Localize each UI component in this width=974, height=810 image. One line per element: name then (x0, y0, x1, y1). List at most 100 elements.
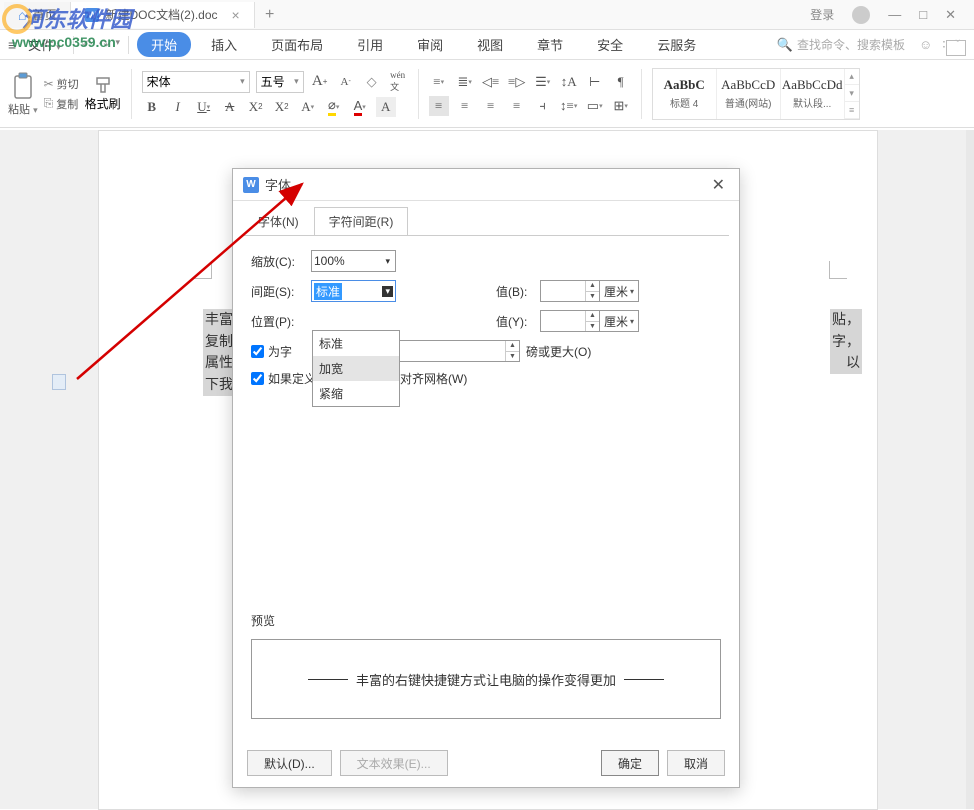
highlight-button[interactable]: ⌀▾ (324, 97, 344, 117)
align-center-icon[interactable]: ≡ (455, 96, 475, 116)
document-tab[interactable]: W 新建DOC文档(2).doc × (71, 2, 254, 28)
tab-char-spacing[interactable]: 字符间距(R) (314, 207, 409, 236)
increase-font-icon[interactable]: A+ (310, 72, 330, 92)
kerning-checkbox[interactable]: 为字 (251, 343, 292, 360)
cut-button[interactable]: ✂剪切 (44, 76, 79, 92)
scale-select[interactable]: 100%▾ (311, 250, 396, 272)
maximize-icon[interactable]: □ (919, 7, 927, 22)
change-case-button[interactable]: A▾ (298, 97, 318, 117)
distribute-icon[interactable]: ⫞ (533, 96, 553, 116)
tab-security[interactable]: 安全 (583, 32, 637, 57)
new-tab-button[interactable]: + (255, 6, 275, 24)
style-normal-web[interactable]: AaBbCcD 普通(网站) (717, 69, 781, 119)
text-effects-button: 文本效果(E)... (340, 750, 448, 776)
unit-y-select[interactable]: 厘米▾ (600, 310, 639, 332)
line-spacing-icon[interactable]: ↕≡▾ (559, 96, 579, 116)
decrease-font-icon[interactable]: A- (336, 72, 356, 92)
font-name-select[interactable]: 宋体▾ (142, 71, 250, 93)
tab-start[interactable]: 开始 (137, 32, 191, 57)
home-tab[interactable]: ⌂ 首页 (4, 2, 71, 28)
tab-insert[interactable]: 插入 (197, 32, 251, 57)
styles-gallery[interactable]: AaBbC 标题 4 AaBbCcD 普通(网站) AaBbCcDd 默认段..… (652, 68, 860, 120)
tab-review[interactable]: 审阅 (403, 32, 457, 57)
paste-button[interactable]: 粘贴 ▾ (8, 71, 38, 117)
spacing-label: 间距(S): (251, 283, 311, 300)
sort-icon[interactable]: ↕A (559, 72, 579, 92)
value-b-label: 值(B): (496, 283, 540, 300)
format-painter-button[interactable]: 格式刷 (85, 75, 121, 112)
font-size-select[interactable]: 五号▾ (256, 71, 304, 93)
spacing-dropdown-list: 标准 加宽 紧缩 (312, 330, 400, 407)
tab-font[interactable]: 字体(N) (243, 207, 314, 236)
phonetic-icon[interactable]: wén文 (388, 72, 408, 92)
dropdown-icon[interactable]: ▾ (116, 37, 121, 53)
titlebar: ⌂ 首页 W 新建DOC文档(2).doc × + 登录 — □ ✕ (0, 0, 974, 30)
tab-layout[interactable]: 页面布局 (257, 32, 337, 57)
preview-label: 预览 (251, 612, 721, 629)
font-color-button[interactable]: A▾ (350, 97, 370, 117)
italic-button[interactable]: I (168, 97, 188, 117)
strikethrough-button[interactable]: A (220, 97, 240, 117)
tab-cloud[interactable]: 云服务 (643, 32, 710, 57)
doc-icon: W (85, 8, 99, 22)
redo-icon[interactable]: ↷ (99, 37, 110, 53)
copy-button[interactable]: ⎘复制 (44, 96, 79, 112)
file-menu[interactable]: 文件▾ (24, 35, 65, 54)
dialog-close-icon[interactable]: ✕ (708, 175, 729, 195)
numbering-icon[interactable]: ≣▾ (455, 72, 475, 92)
scale-label: 缩放(C): (251, 253, 311, 270)
smile-icon[interactable]: ☺ (919, 37, 932, 53)
hamburger-icon[interactable]: ≡ (8, 37, 16, 53)
margin-mark-icon (829, 261, 847, 279)
panel-toggle-icon[interactable] (946, 40, 966, 56)
borders-icon[interactable]: ⊞▾ (611, 96, 631, 116)
subscript-button[interactable]: X2 (272, 97, 292, 117)
decrease-indent-icon[interactable]: ◁≡ (481, 72, 501, 92)
underline-button[interactable]: U▾ (194, 97, 214, 117)
default-button[interactable]: 默认(D)... (247, 750, 332, 776)
spacing-option-standard[interactable]: 标准 (313, 331, 399, 356)
style-default-para[interactable]: AaBbCcDd 默认段... (781, 69, 845, 119)
cancel-button[interactable]: 取消 (667, 750, 725, 776)
bold-button[interactable]: B (142, 97, 162, 117)
show-marks-icon[interactable]: ¶ (611, 72, 631, 92)
align-left-icon[interactable]: ≡ (429, 96, 449, 116)
char-shading-button[interactable]: A (376, 97, 396, 117)
tab-reference[interactable]: 引用 (343, 32, 397, 57)
ribbon-tabs: 开始 插入 页面布局 引用 审阅 视图 章节 安全 云服务 (137, 32, 769, 57)
close-tab-icon[interactable]: × (232, 7, 240, 23)
bullets-icon[interactable]: ≡▾ (429, 72, 449, 92)
value-y-spinner[interactable]: ▲▼ (540, 310, 600, 332)
styles-more-icon[interactable]: ≡ (845, 102, 859, 119)
search-icon: 🔍 (777, 37, 793, 53)
minimize-icon[interactable]: — (888, 7, 901, 22)
tab-view[interactable]: 视图 (463, 32, 517, 57)
styles-down-icon[interactable]: ▾ (845, 85, 859, 102)
text-direction-icon[interactable]: ☰▾ (533, 72, 553, 92)
clear-format-icon[interactable]: ◇ (362, 72, 382, 92)
superscript-button[interactable]: X2 (246, 97, 266, 117)
ok-button[interactable]: 确定 (601, 750, 659, 776)
search-box[interactable]: 🔍 查找命令、搜索模板 (777, 36, 905, 53)
styles-up-icon[interactable]: ▴ (845, 69, 859, 86)
unit-b-select[interactable]: 厘米▾ (600, 280, 639, 302)
kerning-unit-label: 磅或更大(O) (526, 343, 591, 360)
align-right-icon[interactable]: ≡ (481, 96, 501, 116)
preview-text: 丰富的右键快捷键方式让电脑的操作变得更加 (356, 670, 616, 689)
login-button[interactable]: 登录 (810, 6, 834, 23)
page-nav-icon[interactable] (52, 374, 66, 390)
spacing-select[interactable]: 标准▾ (311, 280, 396, 302)
style-heading4[interactable]: AaBbC 标题 4 (653, 69, 717, 119)
avatar-icon[interactable] (852, 6, 870, 24)
spacing-option-condensed[interactable]: 紧缩 (313, 381, 399, 406)
close-window-icon[interactable]: ✕ (945, 7, 956, 23)
tab-symbol-icon[interactable]: ⊢ (585, 72, 605, 92)
spacing-option-expanded[interactable]: 加宽 (313, 356, 399, 381)
value-b-spinner[interactable]: ▲▼ (540, 280, 600, 302)
scrollbar[interactable] (966, 130, 974, 809)
shading-icon[interactable]: ▭▾ (585, 96, 605, 116)
align-justify-icon[interactable]: ≡ (507, 96, 527, 116)
increase-indent-icon[interactable]: ≡▷ (507, 72, 527, 92)
tab-section[interactable]: 章节 (523, 32, 577, 57)
undo-icon[interactable]: ↶ (82, 37, 93, 53)
